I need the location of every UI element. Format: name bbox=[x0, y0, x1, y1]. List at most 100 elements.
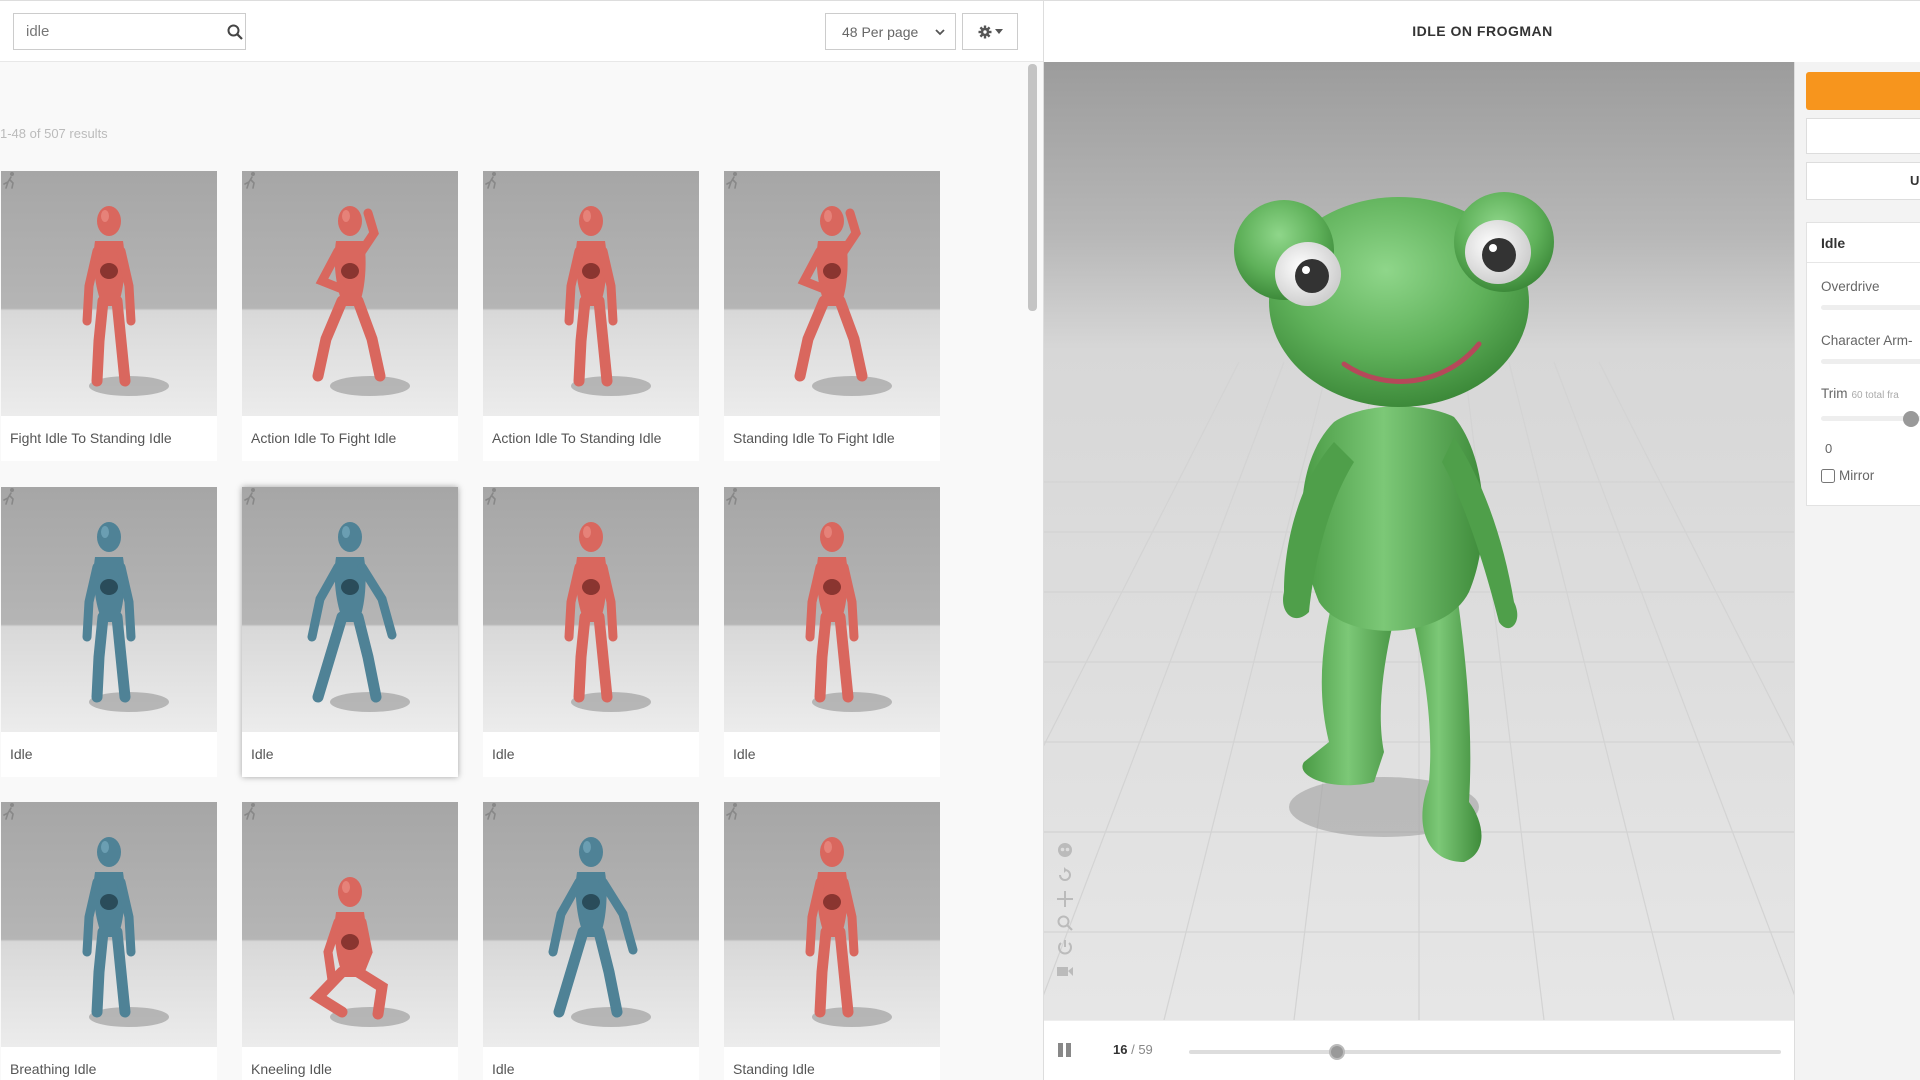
animation-thumbnail bbox=[724, 802, 940, 1047]
animation-icon bbox=[485, 172, 496, 189]
animation-thumbnail bbox=[242, 171, 458, 416]
red-mannequin-figure bbox=[312, 206, 410, 396]
animation-icon bbox=[244, 172, 255, 189]
animation-name: Idle bbox=[251, 746, 274, 762]
timeline-handle[interactable] bbox=[1329, 1044, 1345, 1060]
red-mannequin-figure bbox=[564, 522, 651, 712]
animation-thumbnail bbox=[483, 171, 699, 416]
animation-icon bbox=[3, 803, 14, 820]
per-page-value: 48 Per page bbox=[842, 23, 919, 40]
upload-character-button[interactable]: U bbox=[1806, 162, 1920, 200]
frame-counter: 16 / 59 bbox=[1113, 1042, 1153, 1057]
blue-mannequin-figure bbox=[82, 837, 169, 1027]
animation-icon bbox=[726, 172, 737, 189]
animation-thumbnail bbox=[242, 487, 458, 732]
red-mannequin-figure bbox=[794, 206, 892, 396]
secondary-button[interactable] bbox=[1806, 118, 1920, 154]
animation-card[interactable]: Action Idle To Fight Idle bbox=[242, 171, 458, 461]
trim-label-row: Trim 60 total fra bbox=[1821, 386, 1899, 401]
timeline-slider[interactable] bbox=[1189, 1044, 1781, 1060]
animation-name: Action Idle To Standing Idle bbox=[492, 430, 662, 446]
animation-name: Breathing Idle bbox=[10, 1061, 97, 1077]
chevron-down-icon bbox=[935, 29, 945, 36]
animation-card[interactable]: Action Idle To Standing Idle bbox=[483, 171, 699, 461]
animation-card[interactable]: Breathing Idle bbox=[1, 802, 217, 1080]
power-icon[interactable] bbox=[1056, 938, 1074, 956]
viewer-tools bbox=[1056, 842, 1074, 980]
animation-icon bbox=[726, 803, 737, 820]
animation-name: Idle bbox=[492, 746, 515, 762]
animation-thumbnail bbox=[724, 171, 940, 416]
animation-card[interactable]: Idle bbox=[724, 487, 940, 777]
per-page-select[interactable]: 48 Per page bbox=[825, 13, 956, 50]
mirror-label: Mirror bbox=[1839, 468, 1875, 483]
animation-name: Standing Idle bbox=[733, 1061, 815, 1077]
red-mannequin-figure bbox=[805, 837, 892, 1027]
skeleton-icon[interactable] bbox=[1056, 842, 1074, 860]
search-button[interactable] bbox=[225, 14, 245, 49]
trim-start-value: 0 bbox=[1825, 441, 1833, 456]
results-count: 1-48 of 507 results bbox=[0, 126, 108, 141]
animation-card[interactable]: Idle bbox=[483, 802, 699, 1080]
overdrive-slider[interactable] bbox=[1821, 305, 1920, 310]
trim-total-frames: 60 total fra bbox=[1851, 390, 1899, 401]
red-mannequin-figure bbox=[82, 206, 169, 396]
animation-thumbnail bbox=[1, 802, 217, 1047]
animation-icon bbox=[3, 172, 14, 189]
trim-slider-handle[interactable] bbox=[1903, 411, 1919, 427]
animation-settings-panel: Idle Overdrive Character Arm- Trim 60 tot… bbox=[1806, 222, 1920, 506]
trim-label: Trim bbox=[1821, 386, 1848, 401]
red-mannequin-figure bbox=[805, 522, 892, 712]
mirror-checkbox[interactable] bbox=[1821, 468, 1835, 483]
total-frames: / 59 bbox=[1131, 1042, 1153, 1057]
viewer-title: IDLE ON FROGMAN bbox=[1044, 0, 1920, 62]
animation-card[interactable]: Idle bbox=[1, 487, 217, 777]
animation-thumbnail bbox=[1, 487, 217, 732]
results-panel: 48 Per page 1-48 of 507 results bbox=[0, 0, 1043, 1080]
animation-name: Idle bbox=[733, 746, 756, 762]
red-mannequin-figure bbox=[564, 206, 651, 396]
animation-card[interactable]: Standing Idle bbox=[724, 802, 940, 1080]
viewer-stage[interactable] bbox=[1044, 62, 1795, 1020]
scrollbar-thumb[interactable] bbox=[1028, 64, 1037, 311]
red-mannequin-figure bbox=[309, 877, 410, 1027]
arm-space-slider[interactable] bbox=[1821, 359, 1920, 364]
preview-viewer: IDLE ON FROGMAN 16 / 59 bbox=[1043, 0, 1920, 1080]
panel-title: Idle bbox=[1807, 223, 1920, 263]
settings-column: U Idle Overdrive Character Arm- Trim 60 t… bbox=[1794, 62, 1920, 1080]
animation-icon bbox=[485, 803, 496, 820]
pause-icon bbox=[1066, 1043, 1071, 1057]
animation-name: Action Idle To Fight Idle bbox=[251, 430, 397, 446]
animation-thumbnail bbox=[483, 487, 699, 732]
search-box bbox=[13, 13, 246, 50]
app-root: 48 Per page 1-48 of 507 results bbox=[0, 0, 1920, 1080]
rotate-icon[interactable] bbox=[1056, 866, 1074, 884]
blue-mannequin-figure bbox=[307, 522, 410, 712]
viewer-scene bbox=[1044, 192, 1795, 1020]
animation-icon bbox=[485, 488, 496, 505]
pan-icon[interactable] bbox=[1056, 890, 1074, 908]
current-frame: 16 bbox=[1113, 1042, 1128, 1057]
mirror-option[interactable]: Mirror bbox=[1821, 468, 1874, 483]
overdrive-label: Overdrive bbox=[1821, 279, 1880, 294]
animation-card[interactable]: Idle bbox=[242, 487, 458, 777]
animation-thumbnail bbox=[1, 171, 217, 416]
blue-mannequin-figure bbox=[548, 837, 651, 1027]
animation-thumbnail bbox=[483, 802, 699, 1047]
view-settings-button[interactable] bbox=[962, 13, 1018, 50]
camera-icon[interactable] bbox=[1056, 962, 1074, 980]
animation-name: Standing Idle To Fight Idle bbox=[733, 430, 895, 446]
animation-card[interactable]: Standing Idle To Fight Idle bbox=[724, 171, 940, 461]
pause-button[interactable] bbox=[1058, 1043, 1071, 1057]
arm-space-label: Character Arm- bbox=[1821, 333, 1913, 348]
animation-card[interactable]: Kneeling Idle bbox=[242, 802, 458, 1080]
results-scrollbar[interactable] bbox=[1028, 64, 1037, 1080]
animation-card[interactable]: Idle bbox=[483, 487, 699, 777]
search-icon bbox=[227, 24, 243, 40]
download-button[interactable] bbox=[1806, 72, 1920, 110]
search-input[interactable] bbox=[14, 14, 225, 49]
animation-thumbnail bbox=[724, 487, 940, 732]
zoom-icon[interactable] bbox=[1056, 914, 1074, 932]
animation-name: Fight Idle To Standing Idle bbox=[10, 430, 172, 446]
animation-card[interactable]: Fight Idle To Standing Idle bbox=[1, 171, 217, 461]
